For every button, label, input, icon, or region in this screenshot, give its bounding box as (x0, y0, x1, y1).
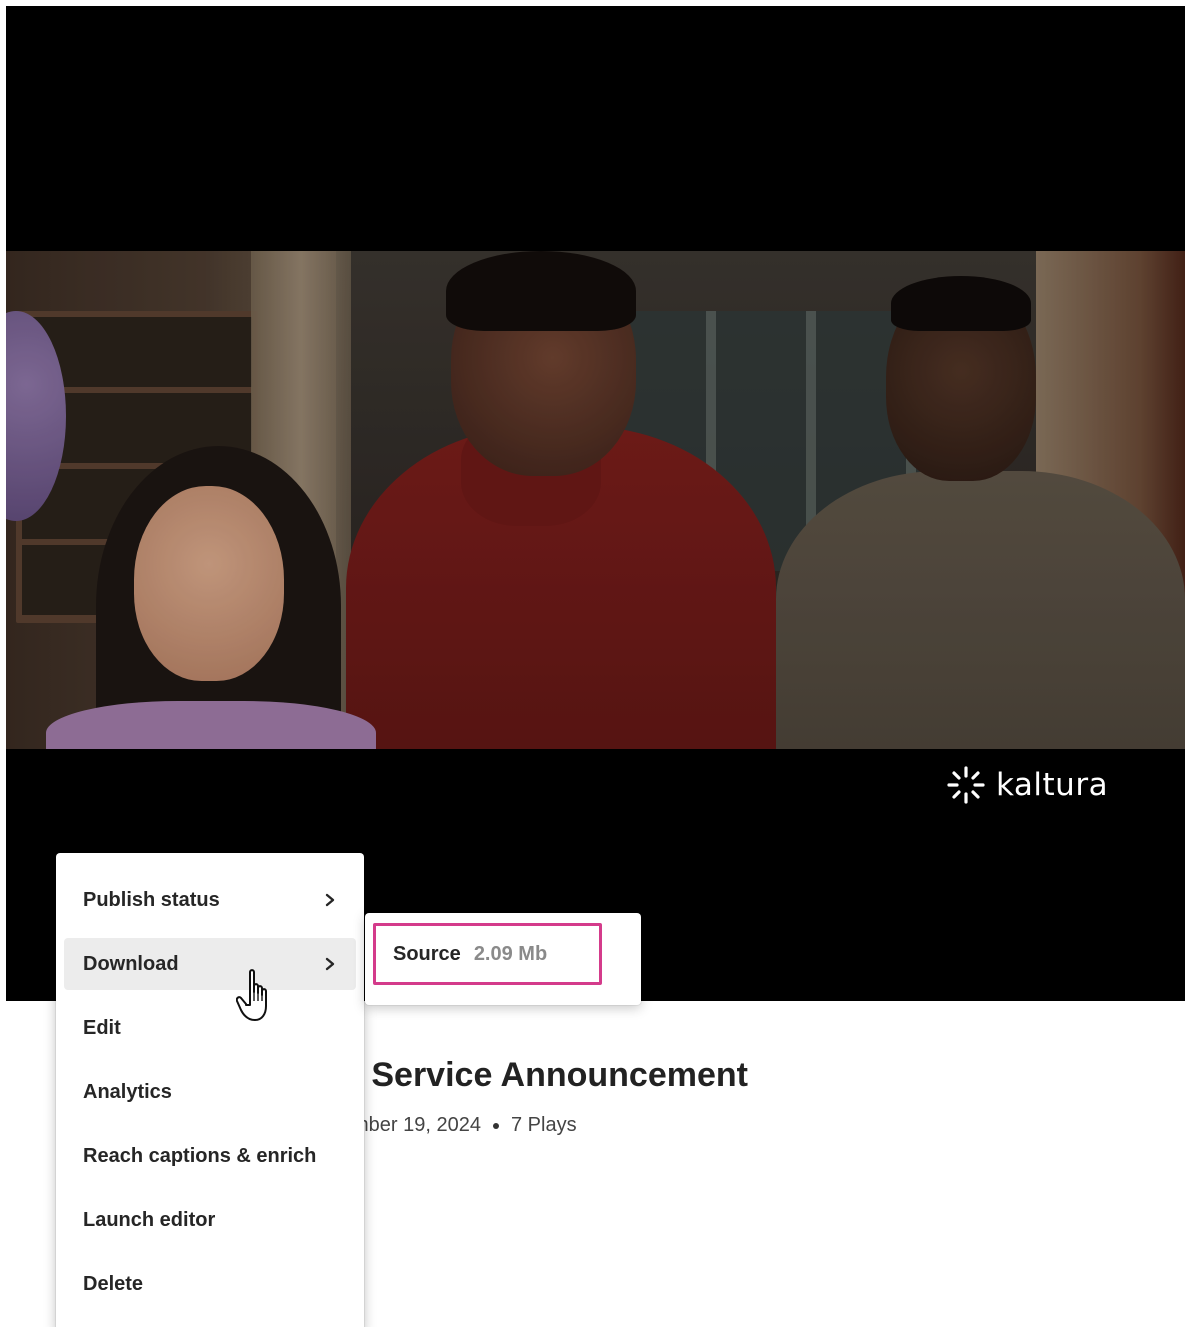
menu-item-launch-editor[interactable]: Launch editor (64, 1194, 356, 1246)
menu-item-label: Publish status (83, 888, 220, 911)
kaltura-watermark: kaltura (946, 763, 1108, 807)
download-source-label: Source (393, 942, 461, 965)
entry-date: mber 19, 2024 (352, 1114, 481, 1136)
menu-item-label: Edit (83, 1016, 121, 1039)
entry-meta: mber 19, 2024 7 Plays (352, 1114, 577, 1137)
separator-dot (492, 1122, 499, 1129)
download-source-option[interactable]: Source 2.09 Mb (373, 923, 602, 985)
menu-item-edit[interactable]: Edit (64, 1002, 356, 1054)
menu-item-analytics[interactable]: Analytics (64, 1066, 356, 1118)
menu-item-delete[interactable]: Delete (64, 1258, 356, 1310)
video-frame[interactable] (6, 251, 1185, 749)
menu-item-publish-status[interactable]: Publish status (64, 874, 356, 926)
menu-item-label: Reach captions & enrich (83, 1144, 317, 1167)
brand-name: kaltura (996, 767, 1109, 803)
entry-title: c Service Announcement (343, 1056, 748, 1094)
download-source-size: 2.09 Mb (473, 942, 548, 965)
video-player[interactable]: kaltura (6, 6, 1185, 1001)
page: kaltura c Service Announcement mber 19, … (0, 0, 1185, 1327)
entry-plays: 7 Plays (510, 1114, 577, 1136)
chevron-right-icon (325, 893, 335, 907)
download-submenu: Source 2.09 Mb (365, 913, 641, 1005)
hand-pointer-icon (236, 969, 267, 1021)
chevron-right-icon (325, 957, 335, 971)
menu-item-reach-captions[interactable]: Reach captions & enrich (64, 1130, 356, 1182)
actions-menu: Publish status Download Edit Analytics R… (56, 853, 364, 1327)
menu-item-label: Analytics (83, 1080, 172, 1103)
menu-item-label: Launch editor (83, 1208, 216, 1231)
kaltura-logo-icon (947, 766, 985, 804)
menu-item-label: Delete (83, 1272, 144, 1295)
menu-item-label: Download (83, 952, 179, 975)
menu-item-download[interactable]: Download (64, 938, 356, 990)
